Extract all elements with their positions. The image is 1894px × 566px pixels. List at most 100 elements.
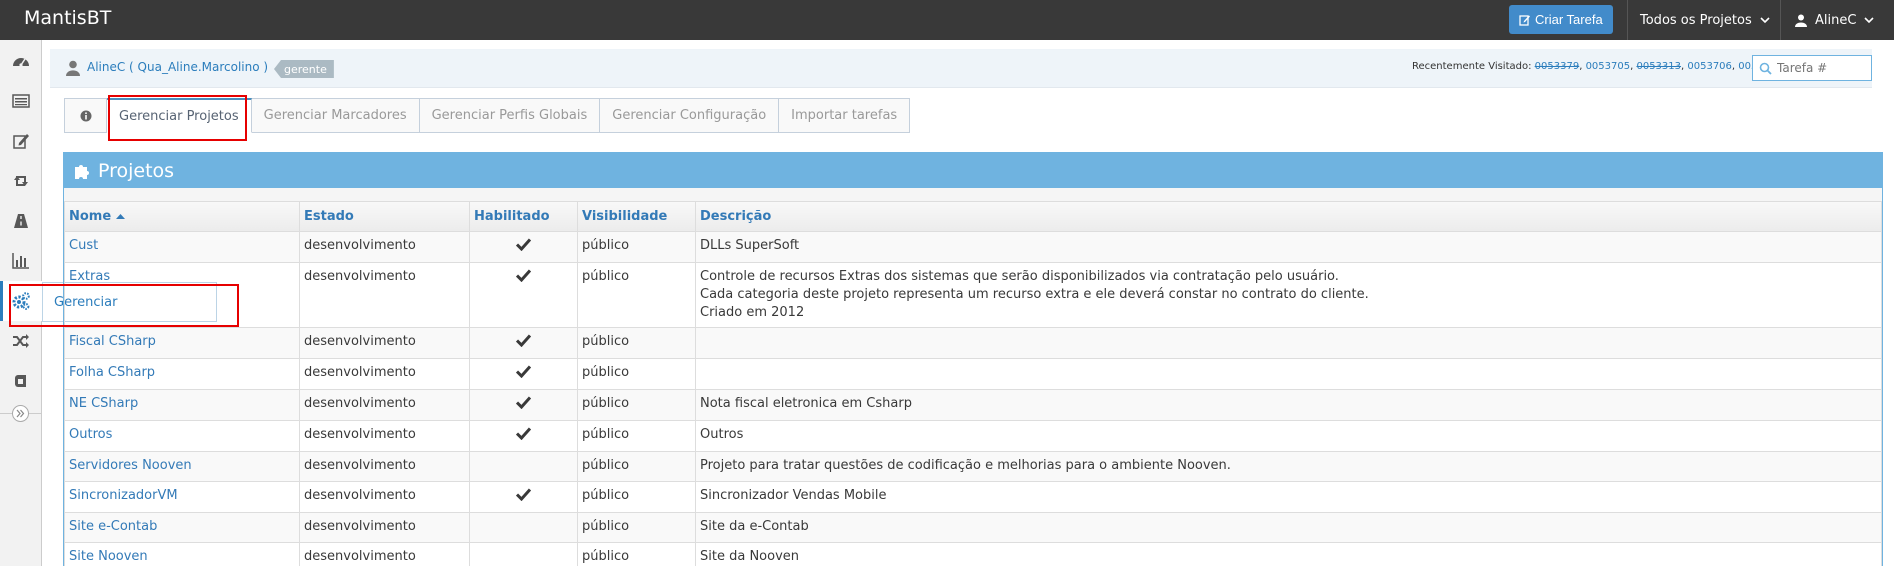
sidebar-item-summary[interactable] <box>0 241 42 281</box>
project-enabled-cell <box>469 541 578 566</box>
recent-issue-link[interactable]: 0053706 <box>1687 61 1732 72</box>
tab-info[interactable] <box>64 98 107 133</box>
brand-logo[interactable]: MantisBT <box>24 7 111 29</box>
project-visibility-cell: público <box>577 541 696 566</box>
list-icon <box>12 94 30 108</box>
issue-search-input[interactable] <box>1777 61 1867 75</box>
sidebar-item-plugin[interactable] <box>0 361 42 401</box>
tab-manage-configuration[interactable]: Gerenciar Configuração <box>600 98 780 133</box>
project-description-cell: Site da Nooven <box>695 541 1882 566</box>
projects-widget: Projetos Nome Estado Habilitado Visibili… <box>63 152 1883 566</box>
project-enabled-cell <box>469 388 578 421</box>
sidebar-item-my-view[interactable] <box>0 41 42 81</box>
table-row: NE CSharp desenvolvimento público Nota fisc… <box>64 388 1882 421</box>
chevron-down-icon <box>1760 17 1770 24</box>
project-name-link[interactable]: NE CSharp <box>69 396 138 411</box>
project-selector[interactable]: Todos os Projetos <box>1640 0 1770 40</box>
tab-manage-global-profiles[interactable]: Gerenciar Perfis Globais <box>419 98 601 133</box>
project-name-link[interactable]: Fiscal CSharp <box>69 334 156 349</box>
project-name-cell: Site Nooven <box>64 541 300 566</box>
puzzle-icon <box>75 164 89 179</box>
recently-visited: Recentemente Visitado: 0053379, 0053705,… <box>1412 61 1783 72</box>
create-issue-button[interactable]: Criar Tarefa <box>1509 5 1613 34</box>
project-name-link[interactable]: Folha CSharp <box>69 365 155 380</box>
project-description-cell <box>695 357 1882 390</box>
project-name-cell: Cust <box>64 230 300 263</box>
sidebar-item-changelog[interactable] <box>0 161 42 201</box>
project-description-cell <box>695 326 1882 359</box>
table-row: Cust desenvolvimento público DLLs SuperSoft <box>64 230 1882 263</box>
project-visibility-cell: público <box>577 326 696 359</box>
sidebar-item-roadmap[interactable] <box>0 201 42 241</box>
column-header-visibility[interactable]: Visibilidade <box>577 202 696 232</box>
issue-search <box>1752 55 1872 81</box>
project-name-link[interactable]: Outros <box>69 427 112 442</box>
check-icon <box>515 237 532 251</box>
column-header-description[interactable]: Descrição <box>695 202 1882 232</box>
sort-by-status-link[interactable]: Estado <box>304 209 354 224</box>
column-header-enabled[interactable]: Habilitado <box>469 202 578 232</box>
project-visibility-cell: público <box>577 419 696 452</box>
project-enabled-cell <box>469 480 578 513</box>
widget-title: Projetos <box>98 159 175 182</box>
project-description-cell: Controle de recursos Extras dos sistemas… <box>695 261 1882 328</box>
sidebar-item-report-issue[interactable] <box>0 121 42 161</box>
widget-toolbar <box>64 188 1882 202</box>
column-header-name[interactable]: Nome <box>64 202 300 232</box>
project-description-cell: Sincronizador Vendas Mobile <box>695 480 1882 513</box>
sidebar-collapse-button[interactable] <box>12 405 29 422</box>
check-icon <box>515 364 532 378</box>
project-name-link[interactable]: Site Nooven <box>69 549 148 564</box>
projects-table: Nome Estado Habilitado Visibilidade Desc… <box>64 202 1882 566</box>
sort-by-visibility-link[interactable]: Visibilidade <box>582 209 667 224</box>
sidebar-item-manage-users[interactable] <box>0 321 42 361</box>
tab-manage-tags[interactable]: Gerenciar Marcadores <box>251 98 420 133</box>
check-icon <box>515 268 532 282</box>
sort-by-enabled-link[interactable]: Habilitado <box>474 209 550 224</box>
project-selector-label: Todos os Projetos <box>1640 12 1752 28</box>
edit-icon <box>1519 14 1530 26</box>
project-visibility-cell: público <box>577 230 696 263</box>
user-icon <box>1795 14 1807 27</box>
user-menu[interactable]: AlineC <box>1795 0 1875 40</box>
double-chevron-right-icon <box>16 409 25 418</box>
project-visibility-cell: público <box>577 261 696 328</box>
project-visibility-cell: público <box>577 388 696 421</box>
description-line: Criado em 2012 <box>700 304 805 320</box>
project-name-link[interactable]: Site e-Contab <box>69 519 157 534</box>
role-badge: gerente <box>274 60 334 78</box>
random-icon <box>13 334 29 348</box>
project-status-cell: desenvolvimento <box>299 511 470 543</box>
sort-by-name-link[interactable]: Nome <box>69 209 111 224</box>
edit-icon <box>13 134 29 149</box>
project-visibility-cell: público <box>577 450 696 482</box>
recent-issue-link[interactable]: 0053313 <box>1636 61 1681 72</box>
sidebar-item-view-issues[interactable] <box>0 81 42 121</box>
user-profile-link[interactable]: AlineC ( Qua_Aline.Marcolino ) <box>87 60 268 74</box>
widget-header: Projetos <box>64 153 1882 188</box>
project-name-link[interactable]: SincronizadorVM <box>69 488 178 503</box>
sort-by-description-link[interactable]: Descrição <box>700 209 771 224</box>
project-name-link[interactable]: Extras <box>69 269 110 284</box>
table-row: Outros desenvolvimento público Outros <box>64 419 1882 452</box>
recent-issue-link[interactable]: 0053379 <box>1535 61 1580 72</box>
project-enabled-cell <box>469 450 578 482</box>
dashboard-icon <box>13 58 29 67</box>
tab-import-issues[interactable]: Importar tarefas <box>779 98 911 133</box>
check-icon <box>515 333 532 347</box>
description-line: Cada categoria deste projeto representa … <box>700 286 1369 302</box>
description-line: Outros <box>700 426 744 442</box>
project-enabled-cell <box>469 326 578 359</box>
create-issue-label: Criar Tarefa <box>1535 12 1603 27</box>
column-header-status[interactable]: Estado <box>299 202 470 232</box>
search-icon <box>1759 62 1772 75</box>
project-enabled-cell <box>469 230 578 263</box>
project-name-link[interactable]: Cust <box>69 238 98 253</box>
project-status-cell: desenvolvimento <box>299 230 470 263</box>
project-enabled-cell <box>469 261 578 328</box>
table-row: Site Nooven desenvolvimento público Site da… <box>64 541 1882 566</box>
project-name-link[interactable]: Servidores Nooven <box>69 458 192 473</box>
tablet-icon <box>15 375 26 387</box>
recent-issue-link[interactable]: 0053705 <box>1586 61 1631 72</box>
project-status-cell: desenvolvimento <box>299 388 470 421</box>
